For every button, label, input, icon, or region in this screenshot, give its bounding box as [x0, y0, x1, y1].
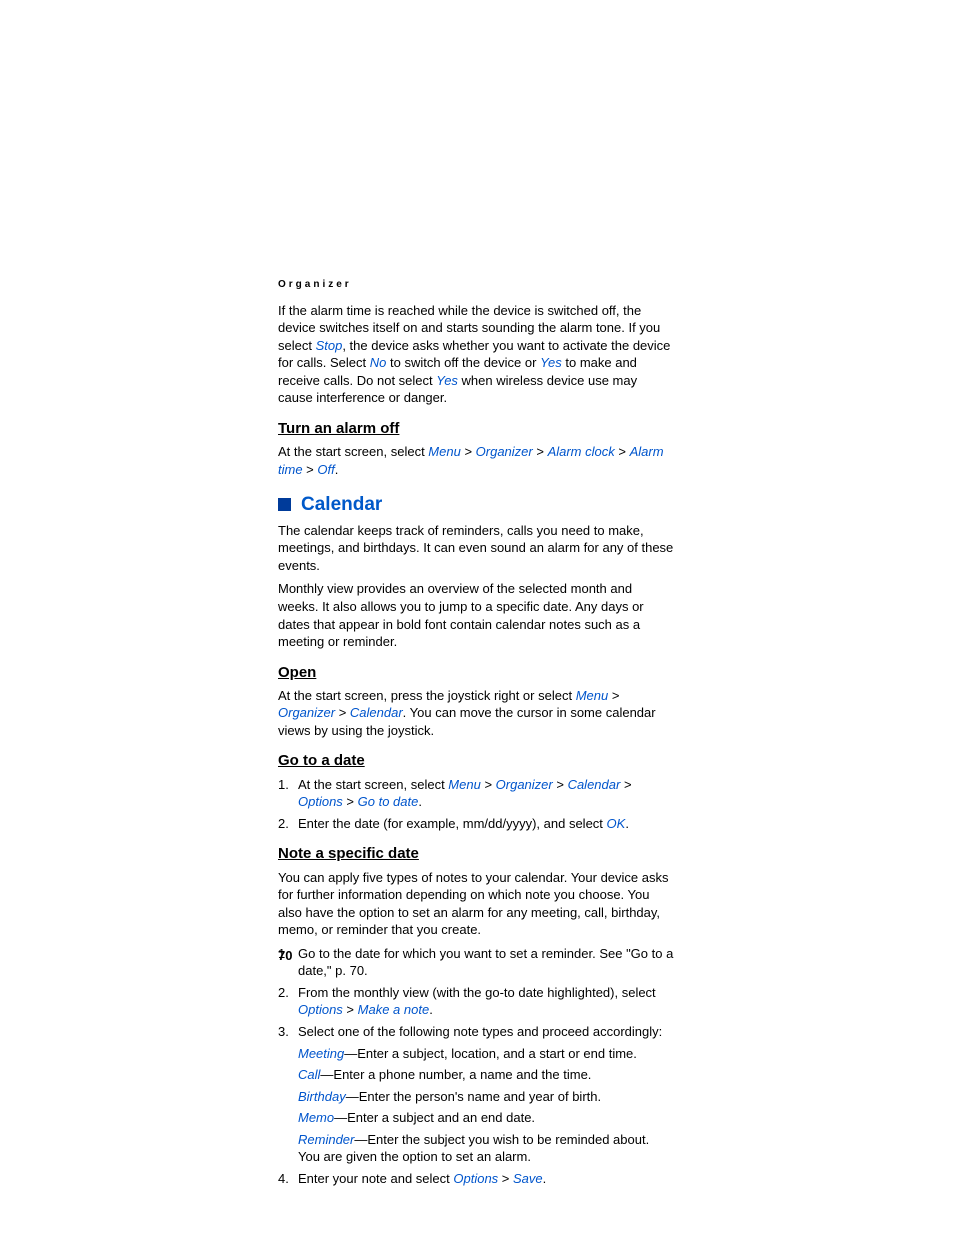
- alarm-intro-paragraph: If the alarm time is reached while the d…: [278, 302, 674, 407]
- calendar-desc-1: The calendar keeps track of reminders, c…: [278, 522, 674, 575]
- heading-calendar-row: Calendar: [278, 492, 674, 518]
- note-type-reminder: Reminder: [298, 1132, 354, 1147]
- ui-term-no: No: [370, 355, 387, 370]
- ui-term-yes: Yes: [540, 355, 562, 370]
- list-item: Enter your note and select Options > Sav…: [278, 1170, 674, 1188]
- heading-open: Open: [278, 663, 674, 683]
- go-to-date-steps: At the start screen, select Menu > Organ…: [278, 776, 674, 833]
- ui-term-yes: Yes: [436, 373, 458, 388]
- list-item: From the monthly view (with the go-to da…: [278, 984, 674, 1019]
- heading-note-date: Note a specific date: [278, 844, 674, 864]
- note-type-meeting: Meeting: [298, 1046, 344, 1061]
- ui-term-stop: Stop: [316, 338, 343, 353]
- open-instruction: At the start screen, press the joystick …: [278, 687, 674, 740]
- list-item: At the start screen, select Menu > Organ…: [278, 776, 674, 811]
- note-steps: Go to the date for which you want to set…: [278, 945, 674, 1188]
- note-type-call: Call: [298, 1067, 320, 1082]
- list-item: Enter the date (for example, mm/dd/yyyy)…: [278, 815, 674, 833]
- heading-calendar: Calendar: [301, 492, 382, 518]
- note-type-birthday: Birthday: [298, 1089, 346, 1104]
- list-item: Select one of the following note types a…: [278, 1023, 674, 1166]
- square-bullet-icon: [278, 498, 291, 511]
- note-intro: You can apply five types of notes to you…: [278, 869, 674, 939]
- list-item: Go to the date for which you want to set…: [278, 945, 674, 980]
- calendar-desc-2: Monthly view provides an overview of the…: [278, 580, 674, 650]
- note-type-memo: Memo: [298, 1110, 334, 1125]
- page-number: 70: [278, 947, 292, 965]
- turn-off-instruction: At the start screen, select Menu > Organ…: [278, 443, 674, 478]
- heading-go-to-date: Go to a date: [278, 751, 674, 771]
- ui-term-ok: OK: [607, 816, 626, 831]
- page-header: Organizer: [278, 278, 674, 292]
- document-page: Organizer If the alarm time is reached w…: [0, 0, 954, 1235]
- heading-turn-alarm-off: Turn an alarm off: [278, 419, 674, 439]
